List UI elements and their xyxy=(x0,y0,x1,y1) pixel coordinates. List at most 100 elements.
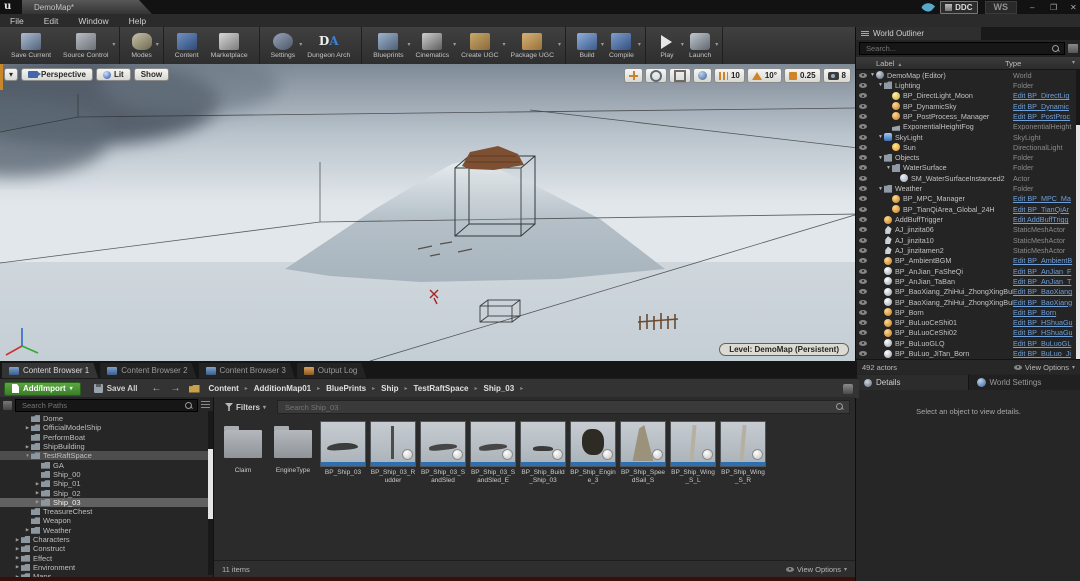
outliner-scrollbar[interactable] xyxy=(1076,70,1080,359)
edit-blueprint-link[interactable]: Edit BP_HShuaGu xyxy=(1013,318,1080,327)
menu-edit[interactable]: Edit xyxy=(34,16,69,26)
outliner-row[interactable]: BP_BaoXiang_ZhiHui_ZhongXingBuLEdit BP_B… xyxy=(856,287,1080,297)
edit-blueprint-link[interactable]: Edit BP_AmbientB xyxy=(1013,256,1080,265)
add-import-button[interactable]: Add/Import ▾ xyxy=(4,382,81,396)
toolbar-button-build[interactable]: Build▾ xyxy=(571,32,603,60)
viewport-options-button[interactable]: ▾ xyxy=(4,68,18,81)
level-tab[interactable]: DemoMap* xyxy=(22,0,152,14)
asset-bp-ship-wing-s-l[interactable]: BP_Ship_Wing_S_L xyxy=(670,421,716,485)
visibility-eye-icon[interactable] xyxy=(856,330,869,335)
visibility-eye-icon[interactable] xyxy=(856,258,869,263)
tab-content-browser-2[interactable]: Content Browser 2 xyxy=(100,363,196,378)
close-button[interactable]: ✕ xyxy=(1064,2,1077,13)
tree-item-testraftspace[interactable]: ▼TestRaftSpace xyxy=(0,451,213,460)
expander-icon[interactable]: ▶ xyxy=(34,481,41,487)
tree-item-ship-02[interactable]: ▶Ship_02 xyxy=(0,488,213,497)
tree-item-ship-03[interactable]: ▶Ship_03 xyxy=(0,498,213,507)
tree-item-treasurechest[interactable]: TreasureChest xyxy=(0,507,213,516)
visibility-eye-icon[interactable] xyxy=(856,238,869,243)
edit-blueprint-link[interactable]: Edit BP_Born xyxy=(1013,308,1080,317)
chevron-down-icon[interactable]: ▾ xyxy=(638,41,641,48)
edit-blueprint-link[interactable]: Edit BP_BaoXiang xyxy=(1013,298,1080,307)
expander-icon[interactable]: ▶ xyxy=(34,499,41,505)
column-label[interactable]: Label▲ xyxy=(856,59,1005,68)
edit-blueprint-link[interactable]: Edit BP_BuLuoGL xyxy=(1013,339,1080,348)
visibility-eye-icon[interactable] xyxy=(856,155,869,160)
toolbar-button-package-ugc[interactable]: Package UGC▾ xyxy=(505,32,560,60)
tree-item-environment[interactable]: ▶Environment xyxy=(0,563,213,572)
show-button[interactable]: Show xyxy=(134,68,169,81)
edit-blueprint-link[interactable]: Edit BP_HShuaGu xyxy=(1013,328,1080,337)
rotation-snap-control[interactable]: 10° xyxy=(747,68,782,83)
edit-blueprint-link[interactable]: Edit BP_AnJian_F xyxy=(1013,267,1080,276)
visibility-eye-icon[interactable] xyxy=(856,279,869,284)
visibility-eye-icon[interactable] xyxy=(856,289,869,294)
toolbar-button-create-ugc[interactable]: Create UGC▾ xyxy=(455,32,504,60)
outliner-row[interactable]: ▼LightingFolder xyxy=(856,80,1080,90)
world-local-toggle[interactable] xyxy=(693,68,712,83)
outliner-row[interactable]: BP_BuLuoGLQEdit BP_BuLuoGL xyxy=(856,338,1080,348)
breadcrumb-ship-03[interactable]: Ship_03 xyxy=(482,384,517,393)
tree-item-ship-00[interactable]: Ship_00 xyxy=(0,470,213,479)
breadcrumb-testraftspace[interactable]: TestRaftSpace xyxy=(412,384,471,393)
browser-view-options-button[interactable]: View Options ▾ xyxy=(786,565,847,574)
visibility-eye-icon[interactable] xyxy=(856,165,869,170)
toolbar-button-blueprints[interactable]: Blueprints▾ xyxy=(367,32,409,60)
outliner-row[interactable]: SunDirectionalLight xyxy=(856,142,1080,152)
toolbar-button-settings[interactable]: Settings▾ xyxy=(265,32,302,60)
toolbar-button-marketplace[interactable]: Marketplace xyxy=(205,32,254,60)
rotate-tool-button[interactable] xyxy=(645,68,667,83)
edit-blueprint-link[interactable]: Edit BP_DirectLig xyxy=(1013,91,1080,100)
scrollbar-thumb[interactable] xyxy=(208,449,213,519)
visibility-eye-icon[interactable] xyxy=(856,176,869,181)
list-view-icon[interactable] xyxy=(201,401,210,410)
asset-bp-ship-03-sandsled[interactable]: BP_Ship_03_SandSled xyxy=(420,421,466,485)
expander-icon[interactable]: ▶ xyxy=(14,537,21,543)
visibility-eye-icon[interactable] xyxy=(856,300,869,305)
outliner-view-options-button[interactable]: View Options ▾ xyxy=(1014,363,1075,372)
asset-bp-ship-wing-s-r[interactable]: BP_Ship_Wing_S_R xyxy=(720,421,766,485)
breadcrumb-additionmap01[interactable]: AdditionMap01 xyxy=(252,384,313,393)
back-button[interactable]: ← xyxy=(151,383,163,394)
chevron-down-icon[interactable]: ▾ xyxy=(156,41,159,48)
outliner-row[interactable]: BP_BuLuoCeShi01Edit BP_HShuaGu xyxy=(856,318,1080,328)
chevron-down-icon[interactable]: ▾ xyxy=(558,41,561,48)
maximize-button[interactable]: ❐ xyxy=(1044,2,1057,13)
expander-icon[interactable]: ▼ xyxy=(24,453,31,458)
expander-icon[interactable]: ▶ xyxy=(14,555,21,561)
tree-scrollbar[interactable] xyxy=(208,411,213,575)
tree-item-characters[interactable]: ▶Characters xyxy=(0,535,213,544)
expander-icon[interactable]: ▶ xyxy=(24,527,31,533)
expander-icon[interactable]: ▼ xyxy=(877,186,884,192)
tab-world-settings[interactable]: World Settings xyxy=(969,375,1080,390)
visibility-eye-icon[interactable] xyxy=(856,269,869,274)
perspective-button[interactable]: Perspective xyxy=(21,68,93,81)
outliner-row[interactable]: ▼ObjectsFolder xyxy=(856,153,1080,163)
viewport-scene[interactable] xyxy=(0,64,855,361)
outliner-row[interactable]: BP_DynamicSkyEdit BP_Dynamic xyxy=(856,101,1080,111)
asset-claim[interactable]: Claim xyxy=(220,421,266,475)
expander-icon[interactable]: ▶ xyxy=(34,490,41,496)
toolbar-button-source-control[interactable]: Source Control▾ xyxy=(57,32,114,60)
outliner-row[interactable]: ▼WaterSurfaceFolder xyxy=(856,163,1080,173)
visibility-eye-icon[interactable] xyxy=(856,207,869,212)
forward-button[interactable]: → xyxy=(170,383,182,394)
toolbar-button-compile[interactable]: Compile▾ xyxy=(603,32,640,60)
visibility-eye-icon[interactable] xyxy=(856,196,869,201)
visibility-eye-icon[interactable] xyxy=(856,248,869,253)
outliner-row[interactable]: BP_MPC_ManagerEdit BP_MPC_Ma xyxy=(856,194,1080,204)
collapse-sources-icon[interactable] xyxy=(3,401,12,410)
expander-icon[interactable]: ▼ xyxy=(877,155,884,161)
outliner-search-input[interactable] xyxy=(864,43,1049,54)
visibility-eye-icon[interactable] xyxy=(856,320,869,325)
scale-tool-button[interactable] xyxy=(669,68,691,83)
outliner-row[interactable]: SM_WaterSurfaceInstanced2Actor xyxy=(856,173,1080,183)
outliner-row[interactable]: BP_AnJian_FaSheQiEdit BP_AnJian_F xyxy=(856,266,1080,276)
outliner-row[interactable]: AddBuffTriggerEdit AddBuffTrigg xyxy=(856,214,1080,224)
visibility-eye-icon[interactable] xyxy=(856,145,869,150)
chevron-down-icon[interactable]: ▾ xyxy=(112,41,115,48)
viewport[interactable]: ▾ Perspective Lit Show 10 10° xyxy=(0,64,855,361)
tree-item-performboat[interactable]: PerformBoat xyxy=(0,433,213,442)
move-tool-button[interactable] xyxy=(624,68,643,83)
tree-item-officialmodelship[interactable]: ▶OfficialModelShip xyxy=(0,423,213,432)
